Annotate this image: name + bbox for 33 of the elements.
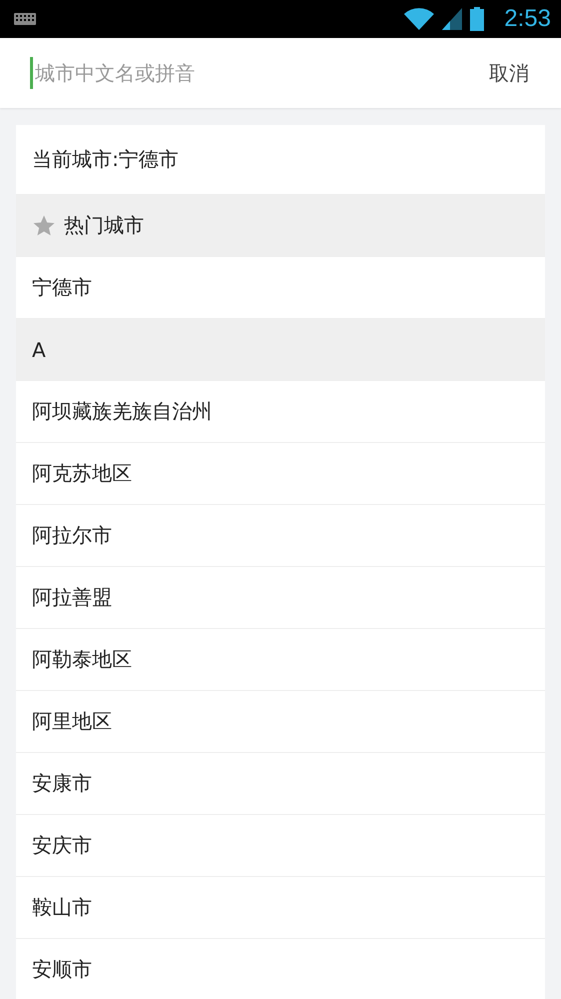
city-row[interactable]: 阿勒泰地区 — [16, 629, 545, 691]
city-name: 阿里地区 — [32, 708, 112, 735]
city-row[interactable]: 安康市 — [16, 753, 545, 815]
city-row[interactable]: 阿坝藏族羌族自治州 — [16, 381, 545, 443]
city-name: 宁德市 — [32, 274, 92, 301]
current-city-row[interactable]: 当前城市:宁德市 — [16, 125, 545, 195]
battery-icon — [470, 7, 484, 31]
city-name: 阿克苏地区 — [32, 460, 132, 487]
city-row[interactable]: 安顺市 — [16, 939, 545, 999]
city-name: 安康市 — [32, 770, 92, 797]
city-row[interactable]: 宁德市 — [16, 257, 545, 319]
city-row[interactable]: 阿拉善盟 — [16, 567, 545, 629]
signal-icon — [442, 8, 462, 30]
city-name: 安顺市 — [32, 956, 92, 983]
clock-time: 2:53 — [504, 5, 551, 33]
section-title: A — [32, 338, 46, 362]
keyboard-icon — [14, 13, 36, 25]
city-row[interactable]: 鞍山市 — [16, 877, 545, 939]
city-name: 鞍山市 — [32, 894, 92, 921]
city-row[interactable]: 阿拉尔市 — [16, 505, 545, 567]
city-name: 阿勒泰地区 — [32, 646, 132, 673]
star-icon — [32, 214, 56, 238]
section-title: 热门城市 — [64, 212, 144, 239]
city-row[interactable]: 安庆市 — [16, 815, 545, 877]
city-name: 安庆市 — [32, 832, 92, 859]
city-name: 阿拉尔市 — [32, 522, 112, 549]
city-row[interactable]: 阿里地区 — [16, 691, 545, 753]
city-name: 阿坝藏族羌族自治州 — [32, 398, 212, 425]
wifi-icon — [404, 8, 434, 30]
city-row[interactable]: 阿克苏地区 — [16, 443, 545, 505]
cancel-button[interactable]: 取消 — [489, 60, 529, 86]
city-name: 当前城市:宁德市 — [32, 146, 179, 173]
city-name: 阿拉善盟 — [32, 584, 112, 611]
